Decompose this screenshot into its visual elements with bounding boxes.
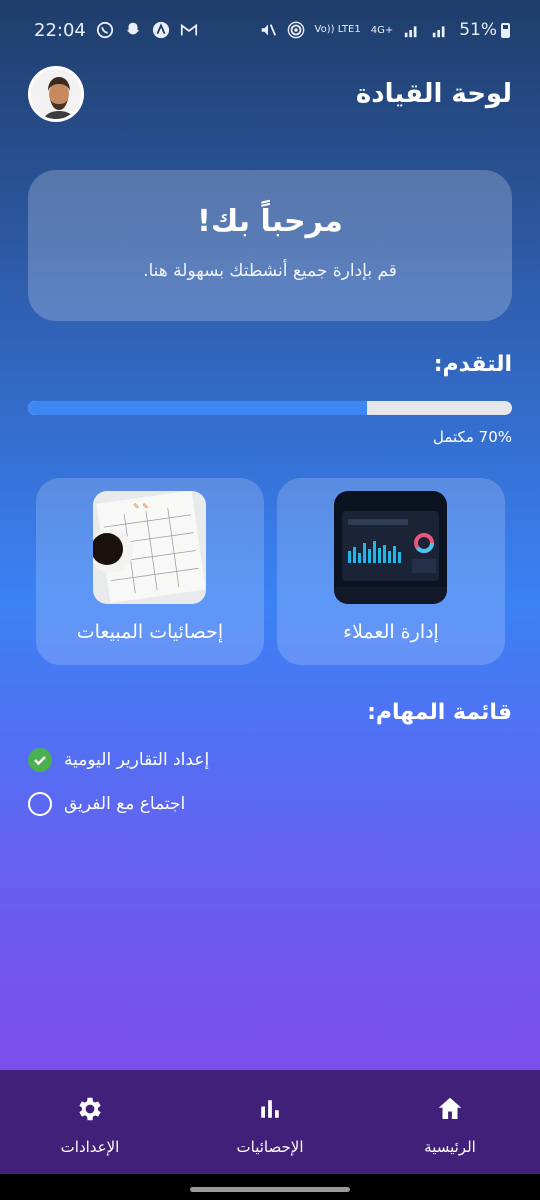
gmail-icon <box>180 23 197 36</box>
task-label: اجتماع مع الفريق <box>64 794 186 814</box>
check-circle-icon[interactable] <box>28 748 52 772</box>
network-gen: 4G+ <box>370 24 394 36</box>
progress-text: 70% مكتمل <box>433 428 512 446</box>
progress-bar <box>28 401 512 415</box>
app-a-icon <box>152 21 169 39</box>
whatsapp-icon <box>96 21 113 39</box>
nav-label: الرئيسية <box>424 1138 476 1156</box>
empty-circle-icon[interactable] <box>28 792 52 816</box>
status-bar: 22:04 Vo)) LTE1 4G+ 51% <box>0 0 540 60</box>
gear-icon <box>79 1097 101 1121</box>
home-icon <box>438 1097 462 1119</box>
card-label: إدارة العملاء <box>343 621 439 643</box>
feature-cards: إدارة العملاء ✎ ✎ إحصائيات المبيعات <box>36 478 505 665</box>
nav-home[interactable]: الرئيسية <box>360 1070 540 1156</box>
hotspot-icon <box>287 21 304 39</box>
home-gesture-handle[interactable] <box>190 1187 350 1192</box>
nav-statistics[interactable]: الإحصائيات <box>180 1070 360 1156</box>
progress-fill <box>28 401 367 415</box>
snapchat-icon <box>126 22 140 35</box>
nav-label: الإحصائيات <box>236 1138 304 1156</box>
task-item[interactable]: إعداد التقارير اليومية <box>28 747 209 773</box>
bar-chart-icon <box>261 1100 279 1118</box>
signal-icon <box>405 26 417 38</box>
page-title: لوحة القيادة <box>355 79 512 109</box>
battery-icon <box>501 22 510 38</box>
bottom-nav: الإعدادات الإحصائيات الرئيسية <box>0 1070 540 1174</box>
welcome-subtitle: قم بإدارة جميع أنشطتك بسهولة هنا. <box>143 261 397 281</box>
card-label: إحصائيات المبيعات <box>76 621 224 643</box>
progress-title: التقدم: <box>433 352 512 377</box>
status-right: Vo)) LTE1 4G+ 51% <box>259 20 510 40</box>
avatar[interactable] <box>28 66 84 122</box>
card-customer-management[interactable]: إدارة العملاء <box>277 478 505 665</box>
welcome-title: مرحباً بك! <box>197 204 343 239</box>
battery-percent: 51% <box>459 20 497 40</box>
battery: 51% <box>459 20 510 40</box>
header: لوحة القيادة <box>28 64 512 124</box>
task-label: إعداد التقارير اليومية <box>64 750 210 770</box>
status-left: 22:04 <box>34 20 198 41</box>
mute-icon <box>261 24 276 36</box>
task-item[interactable]: اجتماع مع الفريق <box>28 791 185 817</box>
card-sales-statistics[interactable]: ✎ ✎ إحصائيات المبيعات <box>36 478 264 665</box>
gesture-bar <box>0 1174 540 1200</box>
avatar-image <box>31 69 81 119</box>
status-time: 22:04 <box>34 19 86 41</box>
dashboard-screen-image <box>334 491 447 604</box>
tasks-title: قائمة المهام: <box>367 700 512 725</box>
nav-settings[interactable]: الإعدادات <box>0 1070 180 1156</box>
welcome-card: مرحباً بك! قم بإدارة جميع أنشطتك بسهولة … <box>28 170 512 321</box>
network-type: Vo)) LTE1 <box>314 24 361 35</box>
signal-2-icon <box>433 26 445 38</box>
svg-text:✎ ✎: ✎ ✎ <box>133 502 149 511</box>
calendar-coffee-image: ✎ ✎ <box>93 491 206 604</box>
nav-label: الإعدادات <box>60 1138 120 1156</box>
